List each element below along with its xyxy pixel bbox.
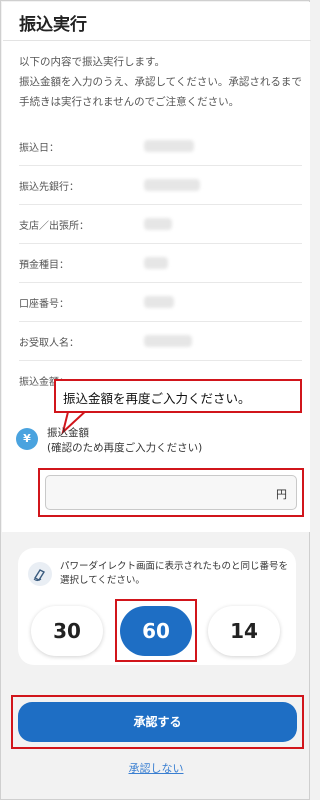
number-option-30[interactable]: 30 (31, 606, 103, 656)
detail-row-bank: 振込先銀行： (19, 167, 302, 205)
title-divider (3, 40, 311, 41)
detail-label: 預金種目： (19, 260, 69, 271)
currency-unit: 円 (276, 488, 287, 501)
amount-input-highlight: 円 (38, 468, 304, 517)
intro-line-2: 振込金額を入力のうえ、承認してください。承認されるまで手続きは実行されませんので… (19, 76, 302, 108)
callout-text: 振込金額を再度ご入力ください。 (63, 391, 251, 406)
amount-label-title: 振込金額 (47, 427, 89, 439)
approve-button-highlight: 承認する (11, 695, 304, 749)
re-enter-amount-callout: 振込金額を再度ご入力ください。 (54, 379, 302, 413)
masked-value (144, 218, 172, 230)
detail-label: 支店／出張所： (19, 221, 89, 232)
page-title: 振込実行 (19, 15, 87, 35)
masked-value (144, 296, 174, 308)
edit-hand-icon (28, 562, 52, 586)
detail-row-transfer-date: 振込日： (19, 128, 302, 166)
detail-label: 振込先銀行： (19, 182, 79, 193)
masked-value (144, 257, 168, 269)
number-selection-instruction: パワーダイレクト画面に表示されたものと同じ番号を選択してください。 (60, 561, 289, 586)
detail-label: お受取人名： (19, 338, 79, 349)
masked-value (144, 140, 194, 152)
yen-icon: ¥ (16, 428, 38, 450)
screen-frame: 振込実行 以下の内容で振込実行します。 振込金額を入力のうえ、承認してください。… (0, 0, 311, 800)
masked-value (144, 179, 200, 191)
detail-row-account-number: 口座番号： (19, 284, 302, 322)
detail-row-recipient: お受取人名： (19, 323, 302, 361)
amount-input[interactable]: 円 (45, 475, 297, 510)
selected-number-highlight (115, 599, 197, 662)
detail-label: 口座番号： (19, 299, 69, 310)
reject-link[interactable]: 承認しない (1, 760, 311, 776)
amount-label: 振込金額 (確認のため再度ご入力ください) (47, 426, 202, 456)
approve-button[interactable]: 承認する (18, 702, 297, 742)
detail-row-account-type: 預金種目： (19, 245, 302, 283)
intro-line-1: 以下の内容で振込実行します。 (19, 56, 165, 68)
number-option-14[interactable]: 14 (208, 606, 280, 656)
amount-label-note: (確認のため再度ご入力ください) (47, 442, 203, 454)
detail-row-branch: 支店／出張所： (19, 206, 302, 244)
masked-value (144, 335, 192, 347)
intro-text: 以下の内容で振込実行します。 振込金額を入力のうえ、承認してください。承認される… (19, 52, 302, 112)
detail-label: 振込日： (19, 143, 59, 154)
